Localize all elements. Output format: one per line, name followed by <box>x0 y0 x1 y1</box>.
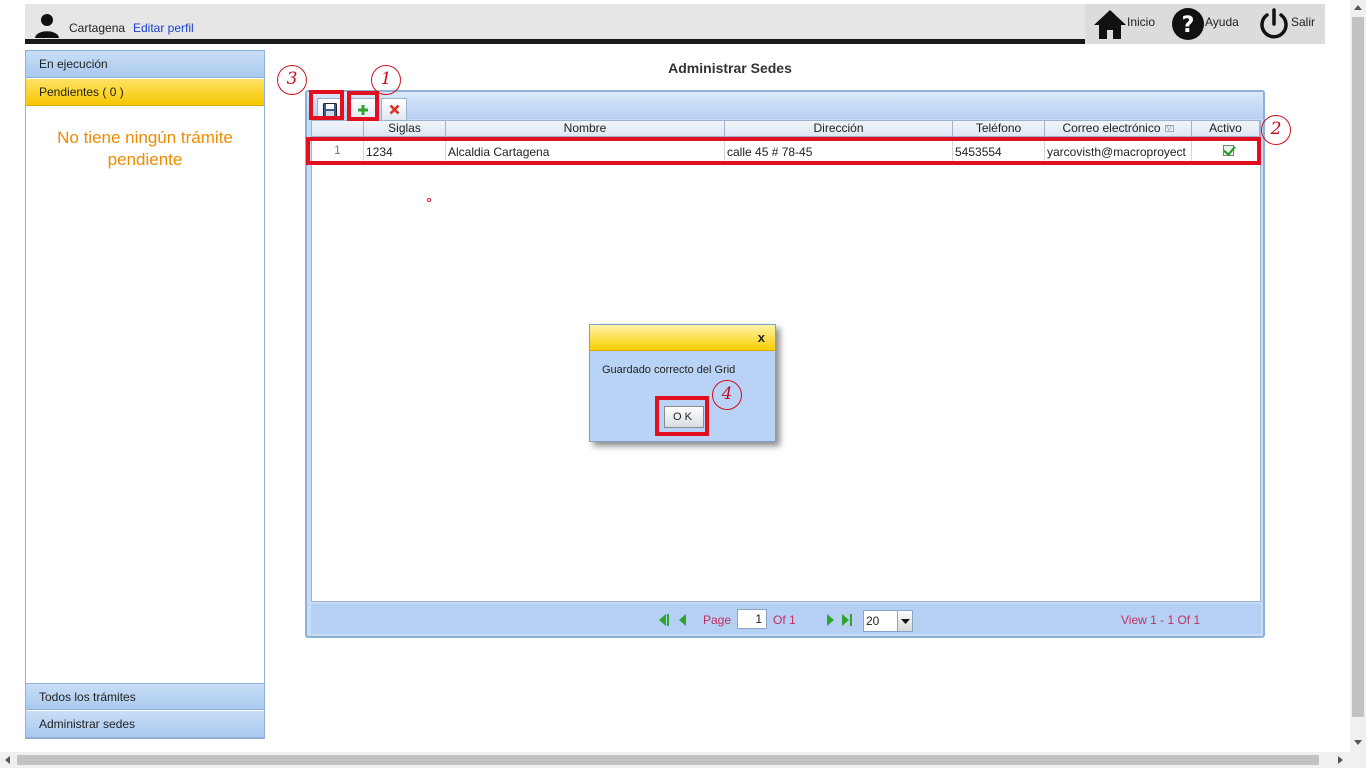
sedes-grid-panel: Siglas Nombre Dirección Teléfono Correo … <box>305 90 1265 638</box>
sidebar-tab-pendientes[interactable]: Pendientes ( 0 ) <box>26 79 264 106</box>
dialog-message: Guardado correcto del Grid <box>602 364 736 376</box>
page-title: Administrar Sedes <box>668 60 792 76</box>
empty-pending-message: No tiene ningún trámite pendiente <box>26 127 264 171</box>
last-page-bar <box>850 614 852 626</box>
user-name: Cartagena <box>69 21 126 35</box>
annotation-2: 2 <box>1261 115 1291 145</box>
vertical-scroll-thumb[interactable] <box>1352 17 1364 717</box>
top-nav: Inicio ? Ayuda Salir <box>1085 4 1325 44</box>
cursor-dot <box>427 198 431 202</box>
grid-toolbar <box>307 92 1263 120</box>
page-size-select[interactable]: 20 <box>863 610 913 632</box>
sidebar: En ejecución Pendientes ( 0 ) No tiene n… <box>25 50 265 739</box>
nav-inicio-label: Inicio <box>1127 15 1156 29</box>
edit-profile-link[interactable]: Editar perfil <box>133 21 194 35</box>
grid-pager: Page 1 Of 1 20 View 1 - 1 Of 1 <box>311 604 1261 634</box>
grid-body: Siglas Nombre Dirección Teléfono Correo … <box>311 120 1261 602</box>
first-page-icon[interactable] <box>659 614 666 626</box>
home-icon <box>1094 10 1126 39</box>
annotation-4: 4 <box>712 380 742 410</box>
column-header-siglas[interactable]: Siglas <box>364 121 446 136</box>
sidebar-tab-todos-tramites[interactable]: Todos los trámites <box>26 683 264 710</box>
page-number-input[interactable]: 1 <box>737 609 767 629</box>
page-size-value: 20 <box>866 614 880 628</box>
column-header-telefono[interactable]: Teléfono <box>953 121 1045 136</box>
user-icon <box>35 14 59 38</box>
vertical-scrollbar[interactable] <box>1350 0 1366 768</box>
highlight-row <box>306 137 1261 165</box>
dialog-close-button[interactable]: x <box>758 330 765 345</box>
column-header-direccion[interactable]: Dirección <box>725 121 953 136</box>
next-page-icon[interactable] <box>827 614 834 626</box>
column-header-nombre[interactable]: Nombre <box>446 121 725 136</box>
dialog-titlebar: x <box>590 325 775 351</box>
horizontal-scrollbar[interactable] <box>0 752 1350 768</box>
scroll-down-icon[interactable] <box>1354 740 1362 745</box>
sidebar-tab-administrar-sedes[interactable]: Administrar sedes <box>26 711 264 738</box>
chevron-down-icon[interactable] <box>897 611 912 631</box>
sidebar-tab-en-ejecucion[interactable]: En ejecución <box>26 51 264 78</box>
empty-message-line2: pendiente <box>107 150 183 169</box>
nav-ayuda[interactable]: ? Ayuda <box>1171 6 1239 42</box>
nav-salir-label: Salir <box>1291 15 1316 29</box>
highlight-ok <box>655 396 709 436</box>
nav-ayuda-label: Ayuda <box>1205 15 1239 29</box>
view-count-text: View 1 - 1 Of 1 <box>1121 613 1201 627</box>
highlight-save <box>309 90 344 120</box>
prev-page-icon[interactable] <box>679 614 686 626</box>
page-of-label: Of 1 <box>773 613 796 627</box>
column-header-correo[interactable]: Correo electrónico ▽ <box>1045 121 1192 136</box>
first-page-bar <box>667 614 669 626</box>
scroll-left-icon[interactable] <box>5 756 10 764</box>
power-icon <box>1260 8 1288 39</box>
highlight-add <box>347 91 379 121</box>
column-header-correo-label: Correo electrónico <box>1062 121 1161 135</box>
nav-inicio[interactable]: Inicio <box>1093 6 1155 42</box>
horizontal-scroll-thumb[interactable] <box>17 755 1319 765</box>
column-header-activo[interactable]: Activo <box>1192 121 1260 136</box>
annotation-3: 3 <box>277 65 307 95</box>
column-header-rownum <box>312 121 364 136</box>
close-x-icon <box>389 104 399 115</box>
header-bar: Cartagena Editar perfil Inicio ? Ayuda S… <box>25 4 1325 44</box>
page-label: Page <box>703 613 732 627</box>
sort-down-icon[interactable]: ▽ <box>1164 125 1174 133</box>
help-icon: ? <box>1172 8 1204 40</box>
delete-row-button[interactable] <box>381 98 407 120</box>
scroll-right-icon[interactable] <box>1338 756 1343 764</box>
svg-text:?: ? <box>1182 13 1195 38</box>
last-page-icon[interactable] <box>842 614 849 626</box>
scroll-up-icon[interactable] <box>1354 5 1362 10</box>
grid-header: Siglas Nombre Dirección Teléfono Correo … <box>312 121 1260 137</box>
annotation-1: 1 <box>371 65 401 95</box>
empty-message-line1: No tiene ningún trámite <box>57 128 233 147</box>
nav-salir[interactable]: Salir <box>1257 6 1315 42</box>
